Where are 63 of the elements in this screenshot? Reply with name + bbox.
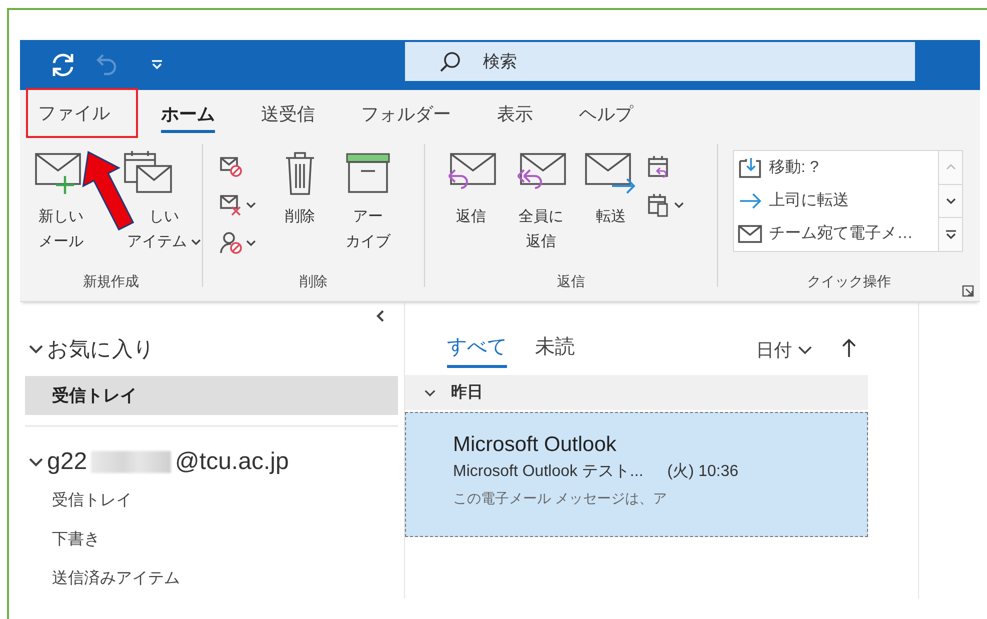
- new-mail-button[interactable]: 新しい メール: [28, 150, 94, 254]
- envelope-x-icon: [219, 193, 243, 217]
- group-label: 新規作成: [82, 272, 140, 291]
- message-preview: この電子メール メッセージは、ア: [453, 489, 668, 508]
- more-icon: [944, 230, 956, 240]
- folder-arrow-icon: [738, 156, 762, 178]
- caret-icon: [674, 201, 684, 209]
- group-label: 返信: [556, 272, 586, 291]
- caret-icon: [246, 239, 256, 247]
- junk-button[interactable]: [219, 230, 256, 256]
- person-block-icon: [219, 231, 243, 255]
- group-label: 削除: [298, 272, 328, 291]
- ribbon-tab[interactable]: 送受信: [238, 90, 338, 138]
- folder-item[interactable]: 受信トレイ: [25, 376, 398, 415]
- group-label: クイック操作: [806, 272, 892, 291]
- date-group-header[interactable]: 昨日: [405, 375, 868, 410]
- forward-button[interactable]: 転送: [577, 150, 645, 229]
- filter-tab[interactable]: 未読: [535, 302, 575, 368]
- ribbon-tab[interactable]: 表示: [474, 90, 556, 138]
- ribbon-tab[interactable]: フォルダー: [338, 90, 474, 138]
- ribbon-tab[interactable]: ヘルプ: [556, 90, 656, 138]
- quick-step[interactable]: 移動: ?: [734, 151, 938, 184]
- chevron-down-icon: [798, 345, 812, 355]
- folder-item[interactable]: 下書き: [25, 520, 398, 560]
- more-respond-button[interactable]: [647, 192, 684, 218]
- envelope-block-icon: [219, 155, 243, 179]
- message-sender: Microsoft Outlook: [453, 432, 618, 458]
- search-icon: [439, 51, 461, 73]
- search-field[interactable]: 検索: [405, 42, 915, 81]
- right-arrow-icon: [738, 190, 762, 210]
- collapse-icon[interactable]: [375, 310, 385, 322]
- quick-step[interactable]: 上司に転送: [734, 184, 938, 217]
- reply-button[interactable]: 返信: [437, 150, 505, 229]
- up-chevron-icon: [946, 163, 956, 172]
- message-subject: Microsoft Outlook テスト...: [453, 462, 644, 482]
- forward-icon: [584, 150, 638, 196]
- group-title: 昨日: [451, 382, 483, 403]
- envelope-icon: [738, 224, 762, 244]
- message-item[interactable]: Microsoft Outlook Microsoft Outlook テスト... (火) 10:36 この電子メール メッセージは、ア: [405, 412, 868, 537]
- delete-button[interactable]: 削除: [266, 150, 334, 229]
- archive-button[interactable]: アー カイブ: [334, 150, 402, 254]
- reply-all-button[interactable]: 全員に 返信: [507, 150, 575, 254]
- account-header[interactable]: g22 @tcu.ac.jp: [25, 442, 398, 482]
- message-time: (火) 10:36: [667, 462, 738, 482]
- scroll-down-button[interactable]: [939, 184, 962, 218]
- more-button[interactable]: [939, 218, 962, 252]
- customize-icon[interactable]: [150, 58, 164, 72]
- folder-item[interactable]: 受信トレイ: [25, 481, 398, 520]
- new-item-button[interactable]: しい アイテム: [94, 150, 200, 254]
- calendar-reply-icon: [647, 155, 671, 179]
- calendar-envelope-icon: [121, 150, 173, 196]
- down-chevron-icon: [946, 197, 956, 205]
- clean-up-button[interactable]: [219, 192, 256, 218]
- dialog-launcher-icon[interactable]: [962, 285, 974, 297]
- favorites-header[interactable]: お気に入り: [25, 328, 398, 371]
- sort-button[interactable]: 日付: [756, 302, 812, 362]
- sync-icon[interactable]: [50, 52, 76, 78]
- sort-direction-arrow-icon[interactable]: [842, 338, 856, 358]
- caret-icon: [246, 201, 256, 209]
- calendar-phone-icon: [647, 193, 671, 217]
- quick-step[interactable]: チーム宛て電子メ…: [734, 217, 938, 250]
- ribbon-tab[interactable]: ファイル: [26, 88, 138, 138]
- folder-item[interactable]: 送信済みアイテム: [25, 559, 398, 598]
